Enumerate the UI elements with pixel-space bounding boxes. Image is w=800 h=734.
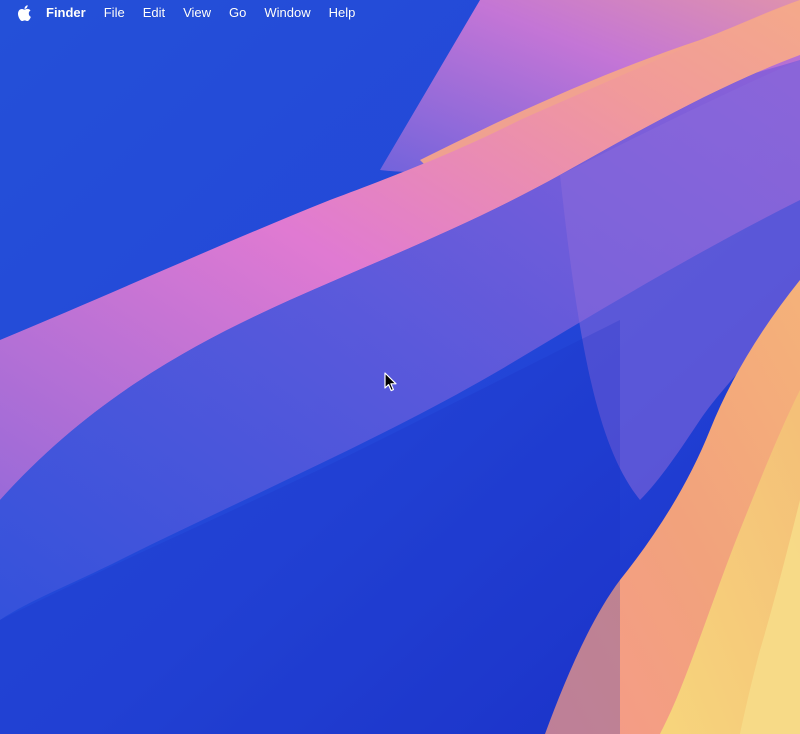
menu-file[interactable]: File bbox=[95, 0, 134, 25]
wallpaper bbox=[0, 0, 800, 734]
desktop[interactable]: Finder File Edit View Go Window Help bbox=[0, 0, 800, 734]
menu-view[interactable]: View bbox=[174, 0, 220, 25]
menu-help[interactable]: Help bbox=[320, 0, 365, 25]
menu-bar: Finder File Edit View Go Window Help bbox=[0, 0, 800, 25]
menu-window[interactable]: Window bbox=[255, 0, 319, 25]
arrow-cursor-icon bbox=[384, 372, 397, 392]
apple-logo-icon[interactable] bbox=[17, 4, 31, 21]
menu-edit[interactable]: Edit bbox=[134, 0, 174, 25]
menu-go[interactable]: Go bbox=[220, 0, 255, 25]
menu-app-finder[interactable]: Finder bbox=[37, 0, 95, 25]
